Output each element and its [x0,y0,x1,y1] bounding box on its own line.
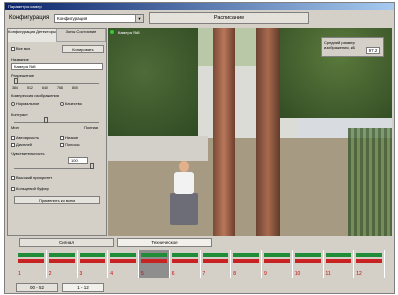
low-checkbox[interactable]: Низкое [60,135,78,140]
channel-5[interactable]: 5 [139,250,170,278]
all-on-checkbox[interactable]: Все вкл. [11,46,31,51]
chevron-down-icon[interactable]: ▼ [135,15,143,22]
camera-video-view[interactable]: Камера №5 Средний размер изображения, кБ… [108,28,392,236]
name-label: Название [11,57,29,62]
channel-4[interactable]: 4 [108,250,139,278]
ring-buffer-checkbox[interactable]: Кольцевой буфер [11,186,49,191]
name-field[interactable]: Камера №5 [11,63,103,70]
bottom-tabs: Сигнал Техническое [7,238,393,248]
quality-radio[interactable]: Качество [60,101,82,106]
channel-strip: 1 2 3 4 5 6 7 8 9 10 11 12 [16,250,385,278]
camera-settings-window: Параметры камер Конфигурация Конфигураци… [4,2,395,294]
channel-6[interactable]: 6 [170,250,201,278]
channel-7[interactable]: 7 [201,250,232,278]
channel-2[interactable]: 2 [47,250,78,278]
bars-checkbox[interactable]: Полосы [60,142,80,147]
page-button-2[interactable]: 1 - 12 [62,283,104,292]
image-size-label: Средний размер изображения, кБ [324,40,356,50]
min-label: Мин [11,125,19,130]
config-label: Конфигурация [9,15,50,21]
channel-8[interactable]: 8 [231,250,262,278]
compression-label: Компрессия изображения [11,93,59,98]
channel-11[interactable]: 11 [324,250,355,278]
sensitivity-label: Чувствительность [11,151,45,156]
camera-label: Камера №5 [118,30,140,35]
contrast-label: Контраст [11,112,28,117]
tab-technical[interactable]: Техническое [117,238,212,247]
person [170,193,198,225]
channel-12[interactable]: 12 [354,250,385,278]
copy-button[interactable]: Копировать [62,45,104,53]
resolution-ticks: 384 512 640 768 800 [12,86,78,90]
sensitivity-slider[interactable] [14,163,94,169]
image-size-value: 97.2 [366,47,380,54]
apply-all-button[interactable]: Применить ко всем [14,196,100,204]
tab-signal[interactable]: Сигнал [19,238,114,247]
tree-trunk [256,28,280,236]
auto-checkbox[interactable]: Автояркость [11,135,39,140]
high-priority-checkbox[interactable]: Высокий приоритет [11,175,52,180]
page-button-1[interactable]: 00 - 52 [16,283,58,292]
window-title: Параметры камер [5,3,394,10]
max-label: Полная [84,125,98,130]
channel-10[interactable]: 10 [293,250,324,278]
sensitivity-value[interactable]: 100 [68,157,88,164]
channel-1[interactable]: 1 [16,250,47,278]
tree-trunk [213,28,235,236]
resolution-slider[interactable] [14,78,99,84]
channel-3[interactable]: 3 [78,250,109,278]
normal-radio[interactable]: Нормальное [11,101,39,106]
image-size-box: Средний размер изображения, кБ 97.2 [321,37,384,57]
contrast-slider[interactable] [14,117,99,123]
config-select-value: Конфигурация [57,16,88,21]
config-select[interactable]: Конфигурация ▼ [54,14,144,23]
tab-configuration[interactable]: Конфигурация Детекторы [8,29,57,42]
top-bar: Конфигурация Конфигурация ▼ Расписание [7,12,393,26]
settings-panel: Конфигурация Детекторы Зоны Состояние Вс… [7,28,107,236]
tab-zones[interactable]: Зоны Состояние [57,29,106,42]
tab-schedule[interactable]: Расписание [149,12,309,24]
channel-9[interactable]: 9 [262,250,293,278]
display-checkbox[interactable]: Дисплей [11,142,32,147]
